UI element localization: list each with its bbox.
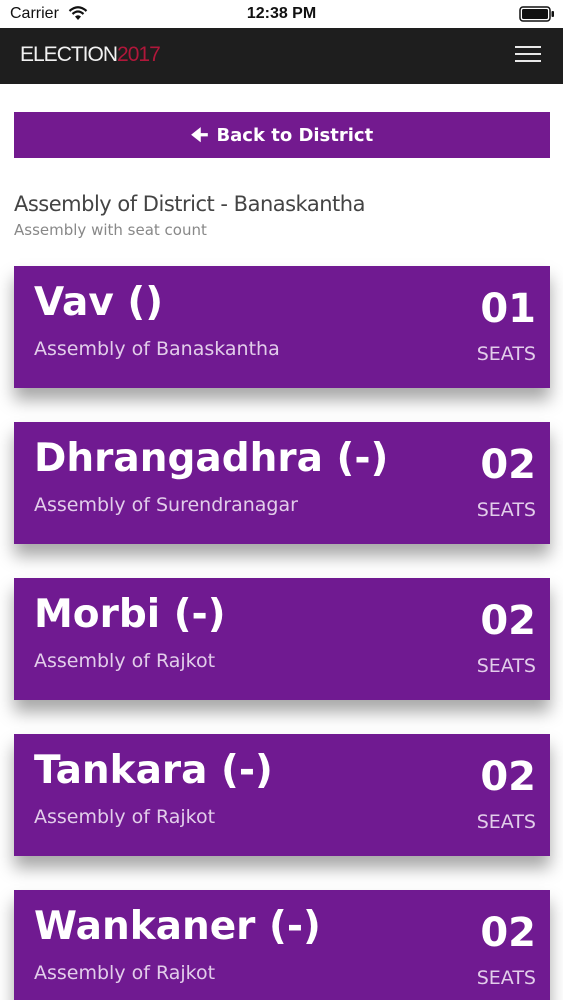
app-header: ELECTION2017 bbox=[0, 28, 563, 84]
assembly-name: Dhrangadhra (-) bbox=[34, 436, 389, 481]
assembly-district: Assembly of Rajkot bbox=[34, 962, 216, 984]
assembly-name: Morbi (-) bbox=[34, 592, 226, 637]
arrow-left-icon: 🠈 bbox=[190, 123, 209, 146]
assembly-name: Tankara (-) bbox=[34, 748, 273, 793]
assembly-card[interactable]: Dhrangadhra (-) Assembly of Surendranaga… bbox=[14, 422, 550, 544]
brand-year: 2017 bbox=[117, 43, 161, 66]
brand-text: ELECTION bbox=[20, 43, 118, 66]
back-to-district-button[interactable]: 🠈 Back to District bbox=[14, 112, 550, 158]
section-subtitle: Assembly with seat count bbox=[14, 221, 207, 239]
hamburger-menu-icon[interactable] bbox=[515, 46, 541, 66]
seat-count: 02 bbox=[480, 598, 536, 644]
assembly-card[interactable]: Vav () Assembly of Banaskantha 01 SEATS bbox=[14, 266, 550, 388]
back-button-label: Back to District bbox=[216, 124, 374, 146]
seat-unit: SEATS bbox=[476, 655, 536, 677]
seat-count: 01 bbox=[480, 286, 536, 332]
assembly-district: Assembly of Rajkot bbox=[34, 650, 216, 672]
assembly-district: Assembly of Banaskantha bbox=[34, 338, 280, 360]
assembly-district: Assembly of Rajkot bbox=[34, 806, 216, 828]
assembly-card[interactable]: Tankara (-) Assembly of Rajkot 02 SEATS bbox=[14, 734, 550, 856]
seat-count: 02 bbox=[480, 754, 536, 800]
seat-unit: SEATS bbox=[476, 499, 536, 521]
seat-count: 02 bbox=[480, 442, 536, 488]
battery-icon bbox=[519, 6, 554, 22]
seat-unit: SEATS bbox=[476, 811, 536, 833]
assembly-card[interactable]: Morbi (-) Assembly of Rajkot 02 SEATS bbox=[14, 578, 550, 700]
assembly-district: Assembly of Surendranagar bbox=[34, 494, 298, 516]
seat-unit: SEATS bbox=[476, 343, 536, 365]
seat-count: 02 bbox=[480, 910, 536, 956]
assembly-name: Vav () bbox=[34, 280, 164, 325]
assembly-card[interactable]: Wankaner (-) Assembly of Rajkot 02 SEATS bbox=[14, 890, 550, 1000]
section-title: Assembly of District - Banaskantha bbox=[14, 192, 365, 216]
brand-logo: ELECTION2017 bbox=[20, 43, 161, 67]
assembly-name: Wankaner (-) bbox=[34, 904, 321, 949]
seat-unit: SEATS bbox=[476, 967, 536, 989]
status-bar: Carrier 12:38 PM bbox=[0, 0, 563, 28]
status-time: 12:38 PM bbox=[246, 5, 317, 22]
